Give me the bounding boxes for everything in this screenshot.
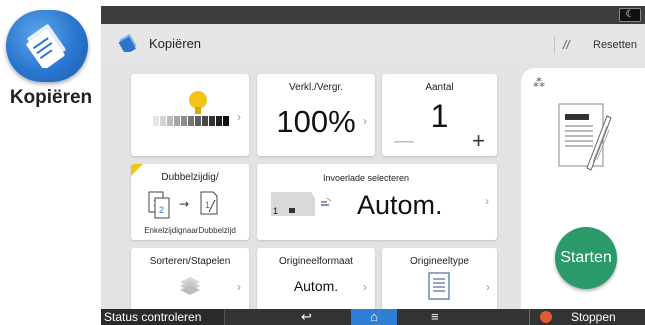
preview-settings-icon[interactable]: ⁂ bbox=[533, 76, 545, 90]
tray-title: Invoerlade selecteren bbox=[323, 173, 410, 183]
tray-number: 1 bbox=[273, 206, 279, 216]
home-icon[interactable]: ⌂ bbox=[351, 309, 397, 325]
paper-tray-tile[interactable]: Invoerlade selecteren 1 Autom. › bbox=[257, 164, 497, 240]
sort-stack-icon bbox=[180, 277, 200, 295]
reduce-enlarge-tile[interactable]: Verkl./Vergr. 100% › bbox=[257, 74, 375, 156]
duplex-icon: 1 2 → 1 bbox=[148, 191, 218, 219]
original-size-tile[interactable]: Origineelformaat Autom. › bbox=[257, 248, 375, 318]
ratio-value: 100% bbox=[276, 104, 356, 139]
stop-icon[interactable] bbox=[540, 311, 552, 323]
original-type-title: Origineeltype bbox=[410, 256, 469, 267]
svg-text:→: → bbox=[179, 197, 189, 211]
chevron-right-icon: › bbox=[485, 194, 489, 208]
chevron-right-icon: › bbox=[363, 114, 367, 128]
duplex-subtitle: EnkelzijdignaarDubbelzijd bbox=[144, 226, 236, 235]
header: Kopiëren // Resetten bbox=[101, 24, 645, 64]
svg-text:1: 1 bbox=[205, 200, 210, 210]
menu-icon[interactable]: ≡ bbox=[431, 309, 439, 325]
original-type-tile[interactable]: Origineeltype › bbox=[382, 248, 497, 318]
increment-button[interactable]: + bbox=[472, 128, 485, 154]
chevron-right-icon: › bbox=[486, 280, 490, 294]
density-tile[interactable]: › bbox=[131, 74, 249, 156]
status-check-button[interactable]: Status controleren bbox=[101, 309, 225, 325]
original-size-title: Origineelformaat bbox=[279, 256, 353, 267]
start-button[interactable]: Starten bbox=[555, 227, 617, 289]
duplex-title: Dubbelzijdig/ bbox=[161, 172, 219, 183]
chevron-right-icon: › bbox=[237, 280, 241, 294]
page-title: Kopiëren bbox=[149, 36, 202, 51]
stop-button[interactable]: Stoppen bbox=[571, 309, 616, 325]
reset-icon: // bbox=[563, 38, 570, 52]
original-size-value: Autom. bbox=[293, 278, 339, 294]
sort-title: Sorteren/Stapelen bbox=[149, 256, 231, 267]
sort-stack-tile[interactable]: Sorteren/Stapelen › bbox=[131, 248, 249, 318]
tray-value: Autom. bbox=[357, 190, 443, 220]
top-bar: ☾ bbox=[101, 6, 645, 24]
app-label: Kopiëren bbox=[9, 87, 93, 108]
document-type-icon bbox=[428, 272, 450, 300]
reset-label: Resetten bbox=[593, 39, 638, 51]
bottom-bar: Status controleren ↩ ⌂ ≡ Stoppen bbox=[101, 309, 645, 325]
moon-icon[interactable]: ☾ bbox=[619, 8, 641, 22]
bulb-stem bbox=[195, 107, 201, 114]
decrement-button[interactable]: — bbox=[394, 130, 414, 153]
duplex-tile[interactable]: Dubbelzijdig/ 1 2 → 1 EnkelzijdignaarDub… bbox=[131, 164, 249, 240]
copies-count-tile[interactable]: Aantal 1 — + bbox=[382, 74, 497, 156]
divider bbox=[554, 36, 555, 54]
chevron-right-icon: › bbox=[237, 110, 241, 124]
copy-header-icon bbox=[117, 33, 139, 57]
divider bbox=[529, 309, 530, 325]
copy-preview-icon bbox=[558, 103, 612, 171]
back-arrow-icon[interactable]: ↩ bbox=[301, 309, 312, 325]
printer-tray-icon bbox=[271, 192, 332, 216]
ratio-title: Verkl./Vergr. bbox=[289, 82, 343, 93]
copy-app-icon[interactable] bbox=[6, 10, 88, 82]
svg-text:2: 2 bbox=[159, 205, 164, 215]
reset-button[interactable]: // Resetten bbox=[559, 32, 645, 58]
chevron-right-icon: › bbox=[363, 280, 367, 294]
count-title: Aantal bbox=[425, 82, 454, 93]
